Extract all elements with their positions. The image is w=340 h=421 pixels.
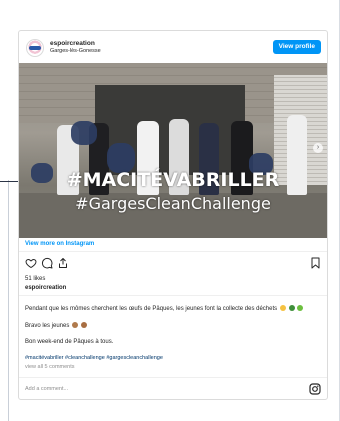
instagram-embed-card: espoircreation Garges-lès-Gonesse View p… (18, 30, 328, 400)
page-divider-line (0, 181, 18, 182)
caption-line: Pendant que les mômes cherchent les œufs… (25, 305, 304, 312)
share-icon[interactable] (57, 257, 69, 269)
caption-text: Bravo les jeunes (25, 323, 70, 329)
view-comments-link[interactable]: view all 5 comments (25, 364, 75, 370)
divider (19, 295, 327, 296)
username[interactable]: espoircreation (50, 40, 95, 47)
caption-line: Bon week-end de Pâques à tous. (25, 339, 114, 345)
chevron-right-icon[interactable]: › (313, 143, 323, 153)
trash-bag (71, 121, 97, 145)
comment-bar: Add a comment... (19, 377, 327, 399)
location[interactable]: Garges-lès-Gonesse (50, 48, 101, 54)
tree-emoji-icon (288, 305, 295, 311)
avatar[interactable] (26, 39, 44, 57)
likes-count[interactable]: 51 likes (25, 276, 45, 282)
comment-input[interactable]: Add a comment... (25, 386, 68, 392)
view-profile-button[interactable]: View profile (272, 40, 321, 54)
photo-overlay-title: #MACITÉVABRILLER (66, 169, 280, 191)
caption-owner[interactable]: espoircreation (25, 285, 66, 291)
hashtags[interactable]: #macitévabriller #cleanchallenge #garges… (25, 355, 163, 361)
flexed-biceps-emoji-icon (80, 322, 87, 328)
comment-icon[interactable] (41, 257, 53, 269)
heart-icon[interactable] (25, 257, 37, 269)
post-photo[interactable]: #MACITÉVABRILLER #GargesCleanChallenge › (19, 63, 327, 238)
praying-hands-emoji-icon (72, 322, 79, 328)
instagram-icon[interactable] (309, 383, 321, 395)
view-more-link[interactable]: View more on Instagram (25, 241, 94, 247)
clover-emoji-icon (297, 305, 304, 311)
divider (19, 251, 327, 252)
chick-emoji-icon (279, 305, 286, 311)
page-left-border (8, 180, 9, 421)
bookmark-icon[interactable] (310, 257, 321, 269)
caption-line: Bravo les jeunes (25, 322, 87, 329)
photo-overlay-subtitle: #GargesCleanChallenge (75, 194, 271, 213)
post-header: espoircreation Garges-lès-Gonesse View p… (19, 31, 327, 63)
caption-text: Pendant que les mômes cherchent les œufs… (25, 306, 278, 312)
